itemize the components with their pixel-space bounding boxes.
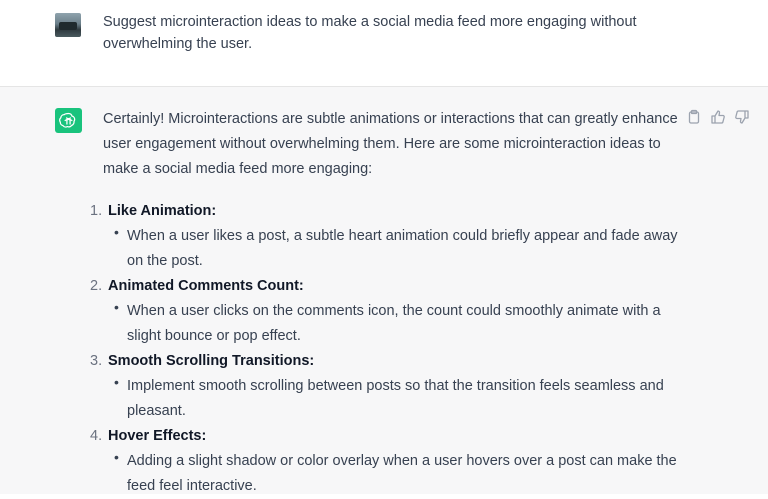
user-message: Suggest microinteraction ideas to make a… [0, 0, 768, 87]
item-number: 1. [90, 203, 103, 219]
user-message-text: Suggest microinteraction ideas to make a… [103, 14, 637, 52]
bullet-icon: • [114, 374, 119, 390]
thumbs-down-icon[interactable] [734, 109, 750, 125]
item-detail-text: Adding a slight shadow or color overlay … [127, 453, 677, 494]
bullet-icon: • [114, 299, 119, 315]
list-item: 3. Smooth Scrolling Transitions: • Imple… [86, 349, 686, 424]
item-number: 2. [90, 278, 103, 294]
item-detail: • When a user clicks on the comments ico… [108, 299, 686, 349]
item-detail-text: When a user clicks on the comments icon,… [127, 303, 661, 344]
list-item: 4. Hover Effects: • Adding a slight shad… [86, 424, 686, 499]
item-detail: • When a user likes a post, a subtle hea… [108, 224, 686, 274]
user-avatar [55, 13, 81, 37]
item-title: Hover Effects: [108, 428, 207, 444]
clipboard-icon[interactable] [686, 109, 702, 125]
list-item: 2. Animated Comments Count: • When a use… [86, 274, 686, 349]
idea-list: 1. Like Animation: • When a user likes a… [86, 199, 686, 499]
item-title: Animated Comments Count: [108, 278, 304, 294]
item-number: 4. [90, 428, 103, 444]
item-title: Like Animation: [108, 203, 217, 219]
item-detail-text: Implement smooth scrolling between posts… [127, 378, 664, 419]
thumbs-up-icon[interactable] [710, 109, 726, 125]
chatgpt-logo-icon [55, 108, 82, 133]
bullet-icon: • [114, 224, 119, 240]
assistant-intro: Certainly! Microinteractions are subtle … [103, 111, 678, 177]
assistant-message: Certainly! Microinteractions are subtle … [0, 87, 768, 494]
item-number: 3. [90, 353, 103, 369]
item-detail: • Implement smooth scrolling between pos… [108, 374, 686, 424]
list-item: 1. Like Animation: • When a user likes a… [86, 199, 686, 274]
assistant-intro-text: Certainly! Microinteractions are subtle … [103, 107, 678, 182]
message-actions [686, 109, 750, 125]
item-detail-text: When a user likes a post, a subtle heart… [127, 228, 678, 269]
item-detail: • Adding a slight shadow or color overla… [108, 449, 686, 499]
bullet-icon: • [114, 449, 119, 465]
item-title: Smooth Scrolling Transitions: [108, 353, 315, 369]
